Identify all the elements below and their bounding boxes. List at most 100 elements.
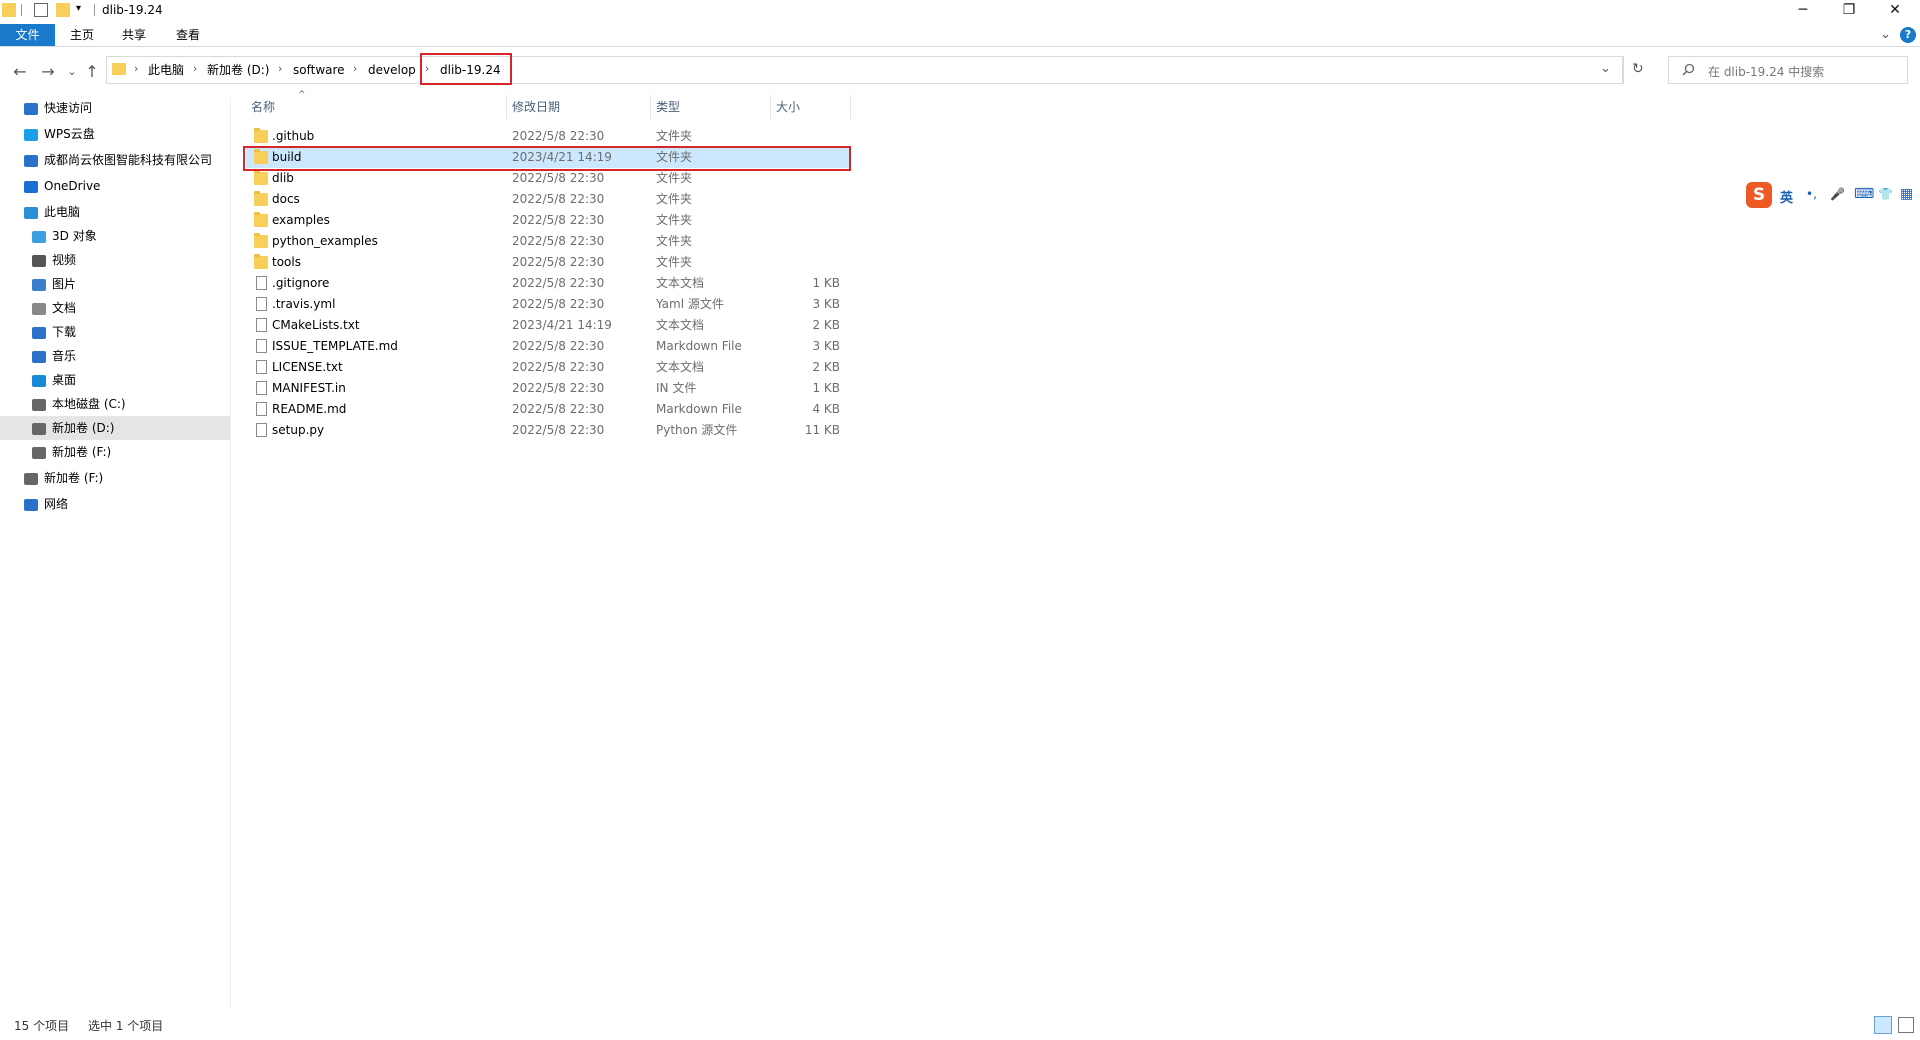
file-size: 2 KB <box>812 360 840 374</box>
skin-icon[interactable]: 👕 <box>1878 187 1893 201</box>
file-icon <box>256 339 267 353</box>
tab-share[interactable]: 共享 <box>116 25 152 45</box>
sidebar-item[interactable]: 文档 <box>0 296 230 320</box>
divider <box>1623 56 1624 84</box>
sidebar-item[interactable]: 图片 <box>0 272 230 296</box>
maximize-button[interactable]: ❐ <box>1826 0 1872 22</box>
file-row[interactable]: CMakeLists.txt 2023/4/21 14:19 文本文档 2 KB <box>246 315 850 336</box>
file-row[interactable]: LICENSE.txt 2022/5/8 22:30 文本文档 2 KB <box>246 357 850 378</box>
sidebar-item[interactable]: 网络 <box>0 492 230 516</box>
breadcrumb-separator[interactable]: › <box>134 62 138 75</box>
breadcrumb-this-pc[interactable]: 此电脑 <box>148 62 184 78</box>
sogou-logo-icon[interactable]: S <box>1746 182 1772 208</box>
sidebar-item[interactable]: 下载 <box>0 320 230 344</box>
ime-toolbar[interactable]: S 英 •, 🎤 ⌨ 👕 ▦ <box>1742 181 1920 211</box>
file-name: README.md <box>272 402 347 416</box>
sidebar-item-label: 图片 <box>52 277 77 291</box>
column-divider[interactable] <box>850 95 851 119</box>
sidebar-item[interactable]: 新加卷 (D:) <box>0 416 230 440</box>
file-type: Markdown File <box>656 339 742 353</box>
new-folder-icon[interactable] <box>56 3 70 17</box>
close-button[interactable]: ✕ <box>1872 0 1918 22</box>
back-button[interactable]: ← <box>8 60 32 84</box>
tab-home[interactable]: 主页 <box>64 25 100 45</box>
ime-language-toggle[interactable]: 英 <box>1780 187 1793 206</box>
star-icon <box>24 102 38 115</box>
column-header-type[interactable]: 类型 <box>656 97 680 117</box>
annotation-box <box>243 146 851 171</box>
sidebar-item-label: 下载 <box>52 325 77 339</box>
keyboard-icon[interactable]: ⌨ <box>1854 186 1874 202</box>
sidebar-item[interactable]: 成都尚云依图智能科技有限公司 <box>0 148 230 172</box>
drive-icon <box>32 398 46 411</box>
breadcrumb-software[interactable]: software <box>293 62 345 78</box>
properties-icon[interactable] <box>34 3 48 17</box>
ribbon-expand-icon[interactable]: ⌄ <box>1880 27 1891 42</box>
file-name: python_examples <box>272 234 378 248</box>
file-row[interactable]: .travis.yml 2022/5/8 22:30 Yaml 源文件 3 KB <box>246 294 850 315</box>
microphone-icon[interactable]: 🎤 <box>1830 187 1845 201</box>
sidebar-item[interactable]: 桌面 <box>0 368 230 392</box>
sidebar-item[interactable]: 新加卷 (F:) <box>0 440 230 464</box>
help-icon[interactable]: ? <box>1900 27 1916 43</box>
sidebar-item[interactable]: 快速访问 <box>0 96 230 120</box>
file-row[interactable]: ISSUE_TEMPLATE.md 2022/5/8 22:30 Markdown … <box>246 336 850 357</box>
file-row[interactable]: .gitignore 2022/5/8 22:30 文本文档 1 KB <box>246 273 850 294</box>
minimize-button[interactable]: ─ <box>1780 0 1826 22</box>
sidebar-item[interactable]: WPS云盘 <box>0 122 230 146</box>
sidebar-item[interactable]: 音乐 <box>0 344 230 368</box>
search-icon <box>1682 63 1695 76</box>
file-type: 文件夹 <box>656 255 693 269</box>
search-input[interactable]: 在 dlib-19.24 中搜索 <box>1708 63 1824 80</box>
column-header-name[interactable]: 名称 <box>251 97 275 117</box>
sidebar-item-label: WPS云盘 <box>44 127 95 141</box>
customize-toolbar-icon[interactable]: ▾ <box>76 3 81 14</box>
breadcrumb-separator[interactable]: › <box>353 62 357 75</box>
file-type: 文本文档 <box>656 318 705 332</box>
file-type: IN 文件 <box>656 381 697 395</box>
refresh-icon[interactable]: ↻ <box>1632 61 1644 77</box>
column-divider[interactable] <box>770 95 771 119</box>
file-row[interactable]: MANIFEST.in 2022/5/8 22:30 IN 文件 1 KB <box>246 378 850 399</box>
file-row[interactable]: tools 2022/5/8 22:30 文件夹 <box>246 252 850 273</box>
file-date: 2022/5/8 22:30 <box>512 423 605 437</box>
file-row[interactable]: README.md 2022/5/8 22:30 Markdown File 4 KB <box>246 399 850 420</box>
file-size: 11 KB <box>804 423 840 437</box>
file-row[interactable]: examples 2022/5/8 22:30 文件夹 <box>246 210 850 231</box>
column-divider[interactable] <box>506 95 507 119</box>
breadcrumb-separator[interactable]: › <box>193 62 197 75</box>
column-header-size[interactable]: 大小 <box>776 97 800 117</box>
file-row[interactable]: docs 2022/5/8 22:30 文件夹 <box>246 189 850 210</box>
sidebar-item[interactable]: 本地磁盘 (C:) <box>0 392 230 416</box>
sidebar-item[interactable]: 视频 <box>0 248 230 272</box>
forward-button[interactable]: → <box>36 60 60 84</box>
sidebar-item[interactable]: 此电脑 <box>0 200 230 224</box>
sidebar-item[interactable]: 新加卷 (F:) <box>0 466 230 490</box>
breadcrumb-develop[interactable]: develop <box>368 62 416 78</box>
file-row[interactable]: dlib 2022/5/8 22:30 文件夹 <box>246 168 850 189</box>
sidebar-item-label: 新加卷 (F:) <box>52 445 112 459</box>
details-view-icon[interactable] <box>1874 1016 1892 1034</box>
folder-icon <box>254 212 268 227</box>
column-header-date[interactable]: 修改日期 <box>512 97 560 117</box>
punctuation-icon[interactable]: •, <box>1806 187 1817 201</box>
file-name: LICENSE.txt <box>272 360 343 374</box>
folder-icon <box>254 191 268 206</box>
tab-view[interactable]: 查看 <box>170 25 206 45</box>
large-icons-view-icon[interactable] <box>1898 1017 1914 1033</box>
breadcrumb-separator[interactable]: › <box>278 62 282 75</box>
sidebar-item[interactable]: OneDrive <box>0 174 230 198</box>
breadcrumb-current[interactable]: dlib-19.24 <box>440 62 501 78</box>
toolbox-icon[interactable]: ▦ <box>1900 186 1913 202</box>
file-date: 2022/5/8 22:30 <box>512 381 605 395</box>
file-row[interactable]: python_examples 2022/5/8 22:30 文件夹 <box>246 231 850 252</box>
file-row[interactable]: .github 2022/5/8 22:30 文件夹 <box>246 126 850 147</box>
up-button[interactable]: ↑ <box>80 60 104 84</box>
sidebar-item[interactable]: 3D 对象 <box>0 224 230 248</box>
tab-file[interactable]: 文件 <box>0 24 55 46</box>
address-dropdown-icon[interactable]: ⌄ <box>1600 61 1611 76</box>
file-date: 2023/4/21 14:19 <box>512 318 612 332</box>
column-divider[interactable] <box>650 95 651 119</box>
breadcrumb-drive-d[interactable]: 新加卷 (D:) <box>207 62 269 78</box>
file-row[interactable]: setup.py 2022/5/8 22:30 Python 源文件 11 KB <box>246 420 850 441</box>
